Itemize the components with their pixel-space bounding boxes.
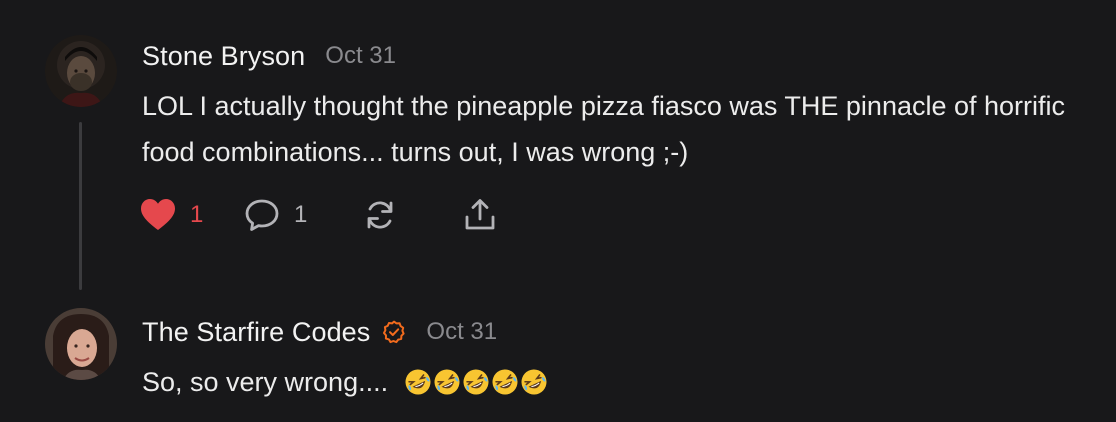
heart-icon — [141, 199, 175, 230]
emoji-group — [404, 368, 549, 396]
comment-header: Stone Bryson Oct 31 — [142, 38, 396, 74]
comment-header: The Starfire Codes Oct 31 — [142, 314, 497, 350]
comment-the-starfire-codes: The Starfire Codes Oct 31 So, so very wr… — [0, 300, 1116, 422]
comment-text: So, so very wrong.... — [142, 367, 389, 397]
like-count: 1 — [190, 201, 204, 228]
thread-line — [79, 122, 82, 290]
restack-button[interactable] — [362, 197, 462, 233]
avatar-image — [45, 308, 117, 380]
rolling-on-floor-laughing-emoji — [520, 368, 548, 396]
reply-count: 1 — [294, 201, 308, 228]
rolling-on-floor-laughing-emoji — [491, 368, 519, 396]
restack-icon — [367, 201, 393, 229]
like-button[interactable]: 1 — [140, 198, 244, 232]
rolling-on-floor-laughing-emoji — [433, 368, 461, 396]
rolling-on-floor-laughing-emoji — [462, 368, 490, 396]
comment-text-row: So, so very wrong.... — [142, 359, 1100, 405]
comment-date[interactable]: Oct 31 — [325, 42, 396, 70]
reply-button[interactable]: 1 — [244, 197, 362, 233]
avatar[interactable] — [45, 308, 117, 380]
rolling-on-floor-laughing-emoji — [404, 368, 432, 396]
comment-bubble-icon — [245, 199, 279, 231]
share-button[interactable] — [462, 197, 502, 233]
comment-actions: 1 1 — [140, 195, 502, 235]
avatar[interactable] — [45, 35, 117, 107]
comment-date[interactable]: Oct 31 — [426, 318, 497, 346]
author-name[interactable]: Stone Bryson — [142, 41, 305, 72]
share-icon — [465, 199, 495, 230]
verified-badge-icon — [382, 320, 406, 344]
avatar-image — [45, 35, 117, 107]
comment-stone-bryson: Stone Bryson Oct 31 LOL I actually thoug… — [0, 0, 1116, 300]
author-name[interactable]: The Starfire Codes — [142, 317, 370, 348]
comment-text: LOL I actually thought the pineapple piz… — [142, 91, 1066, 167]
